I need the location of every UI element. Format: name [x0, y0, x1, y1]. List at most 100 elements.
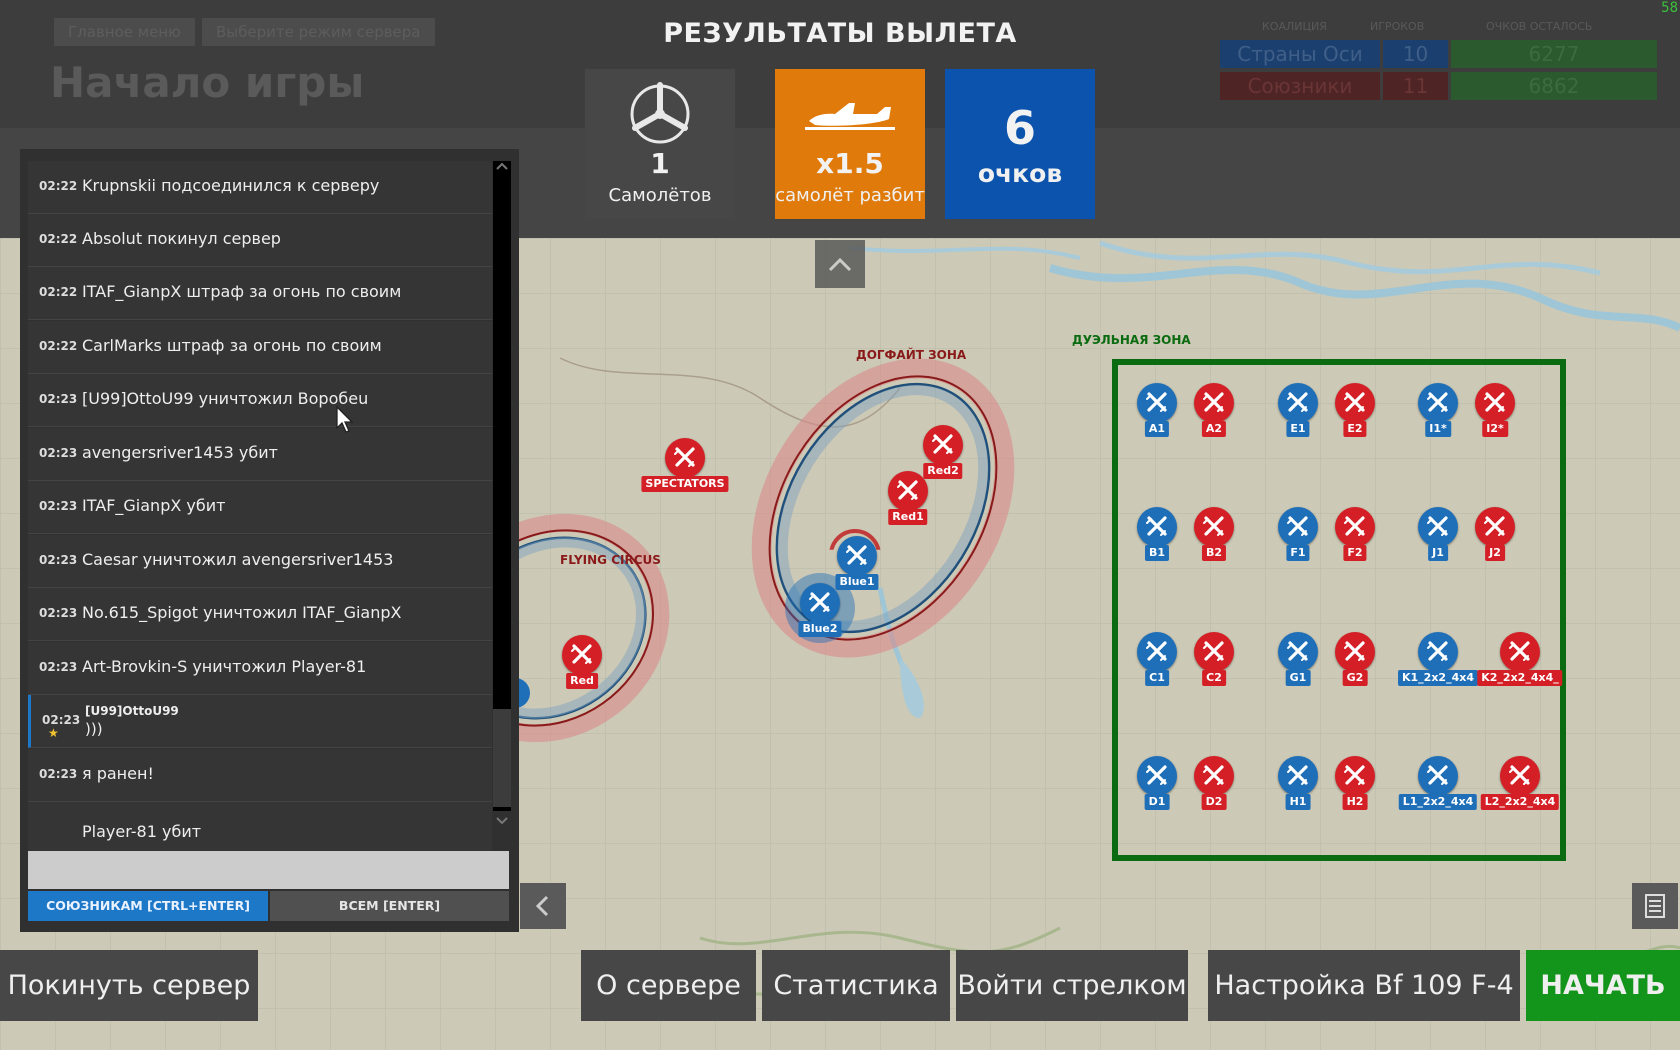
propeller-icon	[630, 82, 690, 144]
duel-spawn-h2-label: H2	[1342, 794, 1368, 810]
plane-icon	[571, 644, 592, 664]
chat-text: No.615_Spigot уничтожил ITAF_GianpX	[82, 603, 402, 622]
duel-spawn-g1-label: G1	[1285, 670, 1311, 686]
duel-spawn-a1-marker[interactable]	[1137, 383, 1177, 423]
duel-spawn-a2-marker[interactable]	[1194, 383, 1234, 423]
scroll-down-icon[interactable]	[493, 814, 511, 828]
plane-icon	[1484, 392, 1505, 412]
multiplier-label: самолёт разбит	[775, 185, 925, 206]
mouse-cursor-icon	[336, 406, 354, 433]
statistics-button[interactable]: Статистика	[762, 950, 950, 1021]
spawn-blue1-marker[interactable]	[837, 536, 877, 576]
duel-spawn-f1-marker[interactable]	[1278, 507, 1318, 547]
spawn-blue1-label: Blue1	[835, 574, 879, 590]
duel-spawn-l12x24x4-marker[interactable]	[1418, 756, 1458, 796]
duel-spawn-i1-marker[interactable]	[1418, 383, 1458, 423]
chat-message: 02:23 Art-Brovkin-S уничтожил Player-81	[28, 642, 492, 695]
chat-author: [U99]OttoU99	[85, 704, 179, 718]
chat-message: 02:22 Absolut покинул сервер	[28, 214, 492, 267]
planes-label: Самолётов	[608, 185, 712, 206]
chat-message: 02:23 я ранен!	[28, 749, 492, 802]
aircraft-setup-button[interactable]: Настройка Bf 109 F-4	[1208, 950, 1520, 1021]
duel-spawn-f2-marker[interactable]	[1335, 507, 1375, 547]
duel-spawn-h2-marker[interactable]	[1335, 756, 1375, 796]
chat-time: 02:22	[39, 285, 78, 299]
list-icon	[1645, 894, 1665, 918]
duel-spawn-g1-marker[interactable]	[1278, 632, 1318, 672]
chat-message: 02:23 Caesar уничтожил avengersriver1453	[28, 535, 492, 588]
duel-spawn-d2-marker[interactable]	[1194, 756, 1234, 796]
collapse-results-button[interactable]	[815, 240, 865, 288]
results-title: РЕЗУЛЬТАТЫ ВЫЛЕТА	[663, 18, 1017, 49]
crashed-plane-icon	[805, 103, 895, 130]
spawn-blue2-marker[interactable]	[800, 583, 840, 623]
chat-message: 02:22 Krupnskii подсоединился к серверу	[28, 161, 492, 214]
duel-spawn-k12x24x4-marker[interactable]	[1418, 632, 1458, 672]
plane-icon	[932, 434, 953, 454]
scroll-up-icon[interactable]	[493, 159, 511, 173]
duel-zone-label: ДУЭЛЬНАЯ ЗОНА	[1072, 333, 1191, 347]
duel-spawn-d1-marker[interactable]	[1137, 756, 1177, 796]
chat-input[interactable]	[28, 851, 509, 889]
spawn-spectators-marker[interactable]	[665, 438, 705, 478]
chat-time: 02:23	[39, 553, 78, 567]
duel-spawn-a1-label: A1	[1144, 421, 1170, 437]
duel-spawn-j2-marker[interactable]	[1475, 507, 1515, 547]
scoreboard-allies-players: 11	[1383, 72, 1448, 100]
enter-as-gunner-button[interactable]: Войти стрелком	[956, 950, 1188, 1021]
plane-icon	[1427, 392, 1448, 412]
chat-time: 02:23	[39, 660, 78, 674]
chat-message: 02:22 ITAF_GianpX штраф за огонь по своим	[28, 267, 492, 320]
points-tile: 6 очков	[945, 69, 1095, 219]
duel-spawn-c1-marker[interactable]	[1137, 632, 1177, 672]
send-allies-button[interactable]: СОЮЗНИКАМ [CTRL+ENTER]	[28, 891, 268, 921]
start-button[interactable]: НАЧАТЬ	[1526, 950, 1680, 1021]
duel-spawn-l22x24x4-marker[interactable]	[1500, 756, 1540, 796]
duel-spawn-g2-marker[interactable]	[1335, 632, 1375, 672]
chat-text: )))	[85, 720, 103, 738]
duel-spawn-b2-marker[interactable]	[1194, 507, 1234, 547]
duel-spawn-b1-label: B1	[1144, 545, 1170, 561]
chat-panel: 02:22 Krupnskii подсоединился к серверу 0…	[20, 149, 519, 932]
chat-scroll-thumb[interactable]	[493, 709, 511, 807]
chat-time: 02:23	[42, 713, 81, 727]
chat-message: 02:23 [U99]OttoU99 уничтожил Воробеu	[28, 374, 492, 427]
duel-spawn-j1-label: J1	[1428, 545, 1448, 561]
send-all-button[interactable]: ВСЕМ [ENTER]	[270, 891, 509, 921]
duel-spawn-h1-marker[interactable]	[1278, 756, 1318, 796]
plane-icon	[1203, 641, 1224, 661]
chat-text: CarlMarks штраф за огонь по своим	[82, 336, 382, 355]
chat-text: ITAF_GianpX штраф за огонь по своим	[82, 282, 402, 301]
duel-spawn-c2-marker[interactable]	[1194, 632, 1234, 672]
points-value: 6	[1003, 101, 1036, 155]
plane-icon	[809, 592, 830, 612]
chat-time: 02:23	[39, 499, 78, 513]
scoreboard-allies-points: 6862	[1451, 72, 1657, 100]
chat-time: 02:23	[39, 446, 78, 460]
duel-spawn-b1-marker[interactable]	[1137, 507, 1177, 547]
duel-spawn-e2-marker[interactable]	[1335, 383, 1375, 423]
chat-text: Caesar уничтожил avengersriver1453	[82, 550, 394, 569]
plane-icon	[1484, 516, 1505, 536]
duel-spawn-e1-marker[interactable]	[1278, 383, 1318, 423]
map-collapse-chat-button[interactable]	[520, 883, 566, 929]
spawn-blue2-label: Blue2	[798, 621, 842, 637]
spawn-red2-marker[interactable]	[923, 425, 963, 465]
map-menu-button[interactable]	[1632, 883, 1678, 929]
duel-spawn-k22x24x4-marker[interactable]	[1500, 632, 1540, 672]
duel-spawn-l12x24x4-label: L1_2x2_4x4	[1398, 794, 1478, 810]
spawn-red-circus-marker[interactable]	[562, 635, 602, 675]
spawn-red1-marker[interactable]	[888, 471, 928, 511]
about-server-button[interactable]: О сервере	[581, 950, 756, 1021]
chat-text: Krupnskii подсоединился к серверу	[82, 176, 380, 195]
duel-spawn-a2-label: A2	[1201, 421, 1227, 437]
leave-server-button[interactable]: Покинуть сервер	[0, 950, 258, 1021]
duel-spawn-i2-marker[interactable]	[1475, 383, 1515, 423]
duel-spawn-j1-marker[interactable]	[1418, 507, 1458, 547]
plane-icon	[1344, 641, 1365, 661]
duel-spawn-c1-label: C1	[1145, 670, 1169, 686]
multiplier-value: x1.5	[816, 147, 884, 180]
chat-time: 02:23	[39, 767, 78, 781]
chat-text: Player-81 убит	[82, 822, 202, 841]
points-label: очков	[977, 159, 1063, 188]
